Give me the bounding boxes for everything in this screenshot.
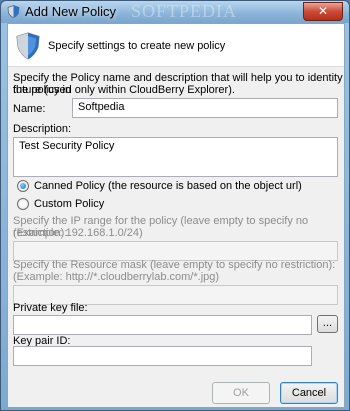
- dialog-body: Specify settings to create new policy Sp…: [7, 23, 345, 408]
- ok-button[interactable]: OK: [212, 382, 270, 404]
- custom-policy-label[interactable]: Custom Policy: [34, 198, 104, 210]
- description-label: Description:: [13, 123, 72, 135]
- resource-mask-hint-line1: Specify the Resource mask (leave empty t…: [13, 259, 336, 271]
- ip-range-hint-line2: (Example: 192.168.1.0/24): [13, 227, 143, 239]
- app-icon: [7, 5, 20, 18]
- name-input-value: Softpedia: [78, 101, 125, 113]
- canned-policy-label[interactable]: Canned Policy (the resource is based on …: [34, 180, 302, 192]
- shield-icon: [16, 32, 40, 60]
- description-textarea-value: Test Security Policy: [19, 140, 115, 152]
- custom-policy-radio[interactable]: [17, 198, 29, 210]
- dialog-header: Specify settings to create new policy: [8, 24, 344, 67]
- add-new-policy-window: Add New Policy SOFTPEDIA ✕ Specify setti…: [0, 0, 350, 411]
- header-text: Specify settings to create new policy: [48, 40, 226, 52]
- name-input[interactable]: Softpedia: [72, 98, 338, 118]
- ip-range-input[interactable]: [13, 241, 338, 261]
- name-label: Name:: [13, 103, 46, 115]
- description-textarea[interactable]: Test Security Policy: [13, 137, 338, 177]
- canned-policy-radio[interactable]: [17, 180, 29, 192]
- close-button[interactable]: ✕: [303, 2, 343, 21]
- resource-mask-hint-line2: (Example: http://*.cloudberrylab.com/*.j…: [13, 271, 220, 283]
- browse-button[interactable]: ...: [317, 315, 338, 333]
- private-key-label: Private key file:: [13, 302, 88, 314]
- intro-text-line2: future (used only within CloudBerry Expl…: [13, 84, 235, 96]
- key-pair-input[interactable]: [13, 346, 312, 366]
- private-key-input[interactable]: [13, 315, 312, 335]
- window-title: Add New Policy: [25, 4, 117, 19]
- title-bar[interactable]: Add New Policy SOFTPEDIA ✕: [1, 1, 349, 23]
- cancel-button[interactable]: Cancel: [280, 382, 338, 404]
- watermark: SOFTPEDIA: [131, 1, 238, 21]
